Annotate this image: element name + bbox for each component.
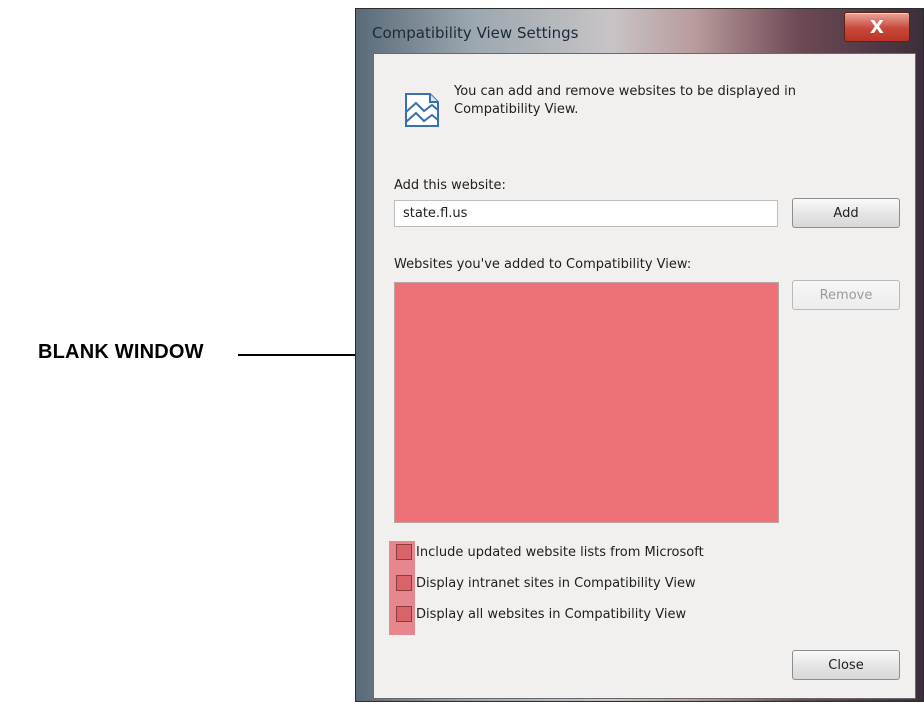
website-input[interactable] — [394, 200, 778, 227]
remove-button[interactable]: Remove — [792, 280, 900, 310]
option-label: Display all websites in Compatibility Vi… — [416, 606, 687, 622]
annotation-label: BLANK WINDOW — [38, 341, 204, 363]
compatibility-view-icon — [405, 93, 439, 127]
checkbox[interactable] — [396, 575, 412, 591]
option-label: Include updated website lists from Micro… — [416, 544, 704, 560]
option-intranet-sites[interactable]: Display intranet sites in Compatibility … — [394, 571, 696, 595]
add-button[interactable]: Add — [792, 198, 900, 228]
checkbox[interactable] — [396, 544, 412, 560]
window-title: Compatibility View Settings — [372, 24, 579, 42]
close-icon: X — [870, 16, 884, 38]
added-websites-label: Websites you've added to Compatibility V… — [394, 257, 692, 272]
compatibility-view-dialog: Compatibility View Settings X You can ad… — [355, 8, 924, 702]
option-all-websites[interactable]: Display all websites in Compatibility Vi… — [394, 602, 686, 626]
option-include-updated-lists[interactable]: Include updated website lists from Micro… — [394, 540, 704, 564]
info-text: You can add and remove websites to be di… — [454, 84, 796, 117]
added-websites-list[interactable] — [394, 282, 779, 523]
close-button[interactable]: Close — [792, 650, 900, 680]
checkbox[interactable] — [396, 606, 412, 622]
add-website-label: Add this website: — [394, 178, 506, 193]
dialog-body: You can add and remove websites to be di… — [373, 53, 916, 699]
close-window-button[interactable]: X — [844, 12, 910, 42]
option-label: Display intranet sites in Compatibility … — [416, 575, 696, 591]
